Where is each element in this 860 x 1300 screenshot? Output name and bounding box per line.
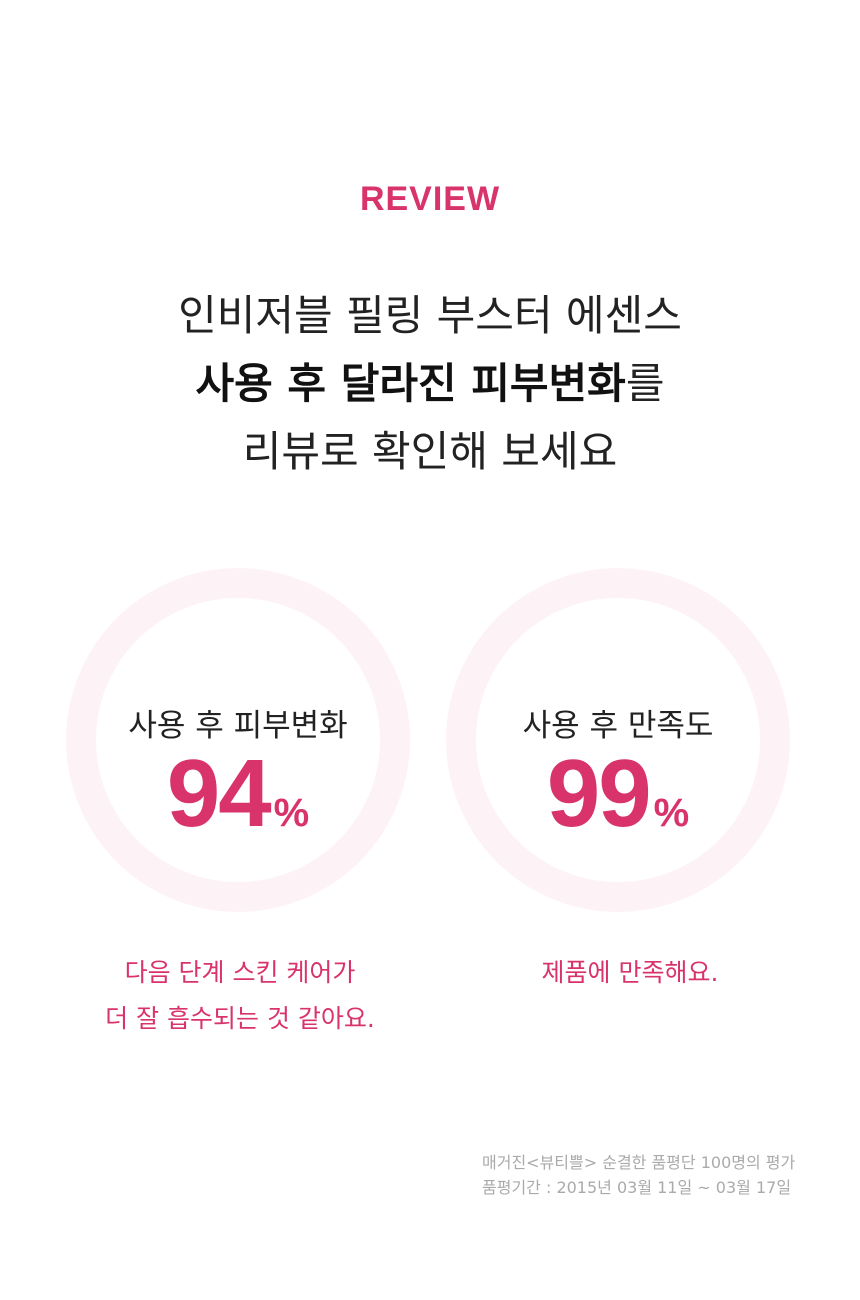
comment-line: 제품에 만족해요. [541, 958, 719, 987]
stat-circle-skin-change: 사용 후 피부변화 94% [66, 568, 410, 912]
stat-value: 94% [66, 746, 410, 842]
source-line-2: 품평기간 : 2015년 03월 11일 ~ 03월 17일 [482, 1178, 792, 1197]
stat-unit: % [653, 791, 690, 835]
headline-particle: 를 [625, 359, 665, 408]
comment-line: 다음 단계 스킨 케어가 [124, 958, 356, 987]
stat-comment-satisfaction: 제품에 만족해요. [420, 950, 840, 996]
stat-title: 사용 후 피부변화 [128, 708, 348, 744]
comment-line: 더 잘 흡수되는 것 같아요. [105, 1004, 375, 1033]
survey-source-note: 매거진<뷰티쁠> 순결한 품평단 100명의 평가 품평기간 : 2015년 0… [482, 1150, 795, 1200]
stat-comment-skin-change: 다음 단계 스킨 케어가 더 잘 흡수되는 것 같아요. [30, 950, 450, 1042]
headline-emphasis: 사용 후 달라진 피부변화 [195, 359, 626, 408]
stat-number: 94 [166, 740, 272, 847]
headline-line-1: 인비저블 필링 부스터 에센스 [178, 291, 682, 340]
stat-value: 99% [446, 746, 790, 842]
stat-number: 99 [546, 740, 652, 847]
review-headline: 인비저블 필링 부스터 에센스 사용 후 달라진 피부변화를 리뷰로 확인해 보… [0, 282, 860, 486]
source-line-1: 매거진<뷰티쁠> 순결한 품평단 100명의 평가 [482, 1153, 796, 1172]
review-section-label: REVIEW [359, 180, 501, 218]
stat-circle-satisfaction: 사용 후 만족도 99% [446, 568, 790, 912]
headline-line-2: 사용 후 달라진 피부변화를 [0, 350, 860, 418]
stat-title: 사용 후 만족도 [522, 708, 714, 744]
headline-line-3: 리뷰로 확인해 보세요 [242, 427, 618, 476]
stat-unit: % [273, 791, 310, 835]
